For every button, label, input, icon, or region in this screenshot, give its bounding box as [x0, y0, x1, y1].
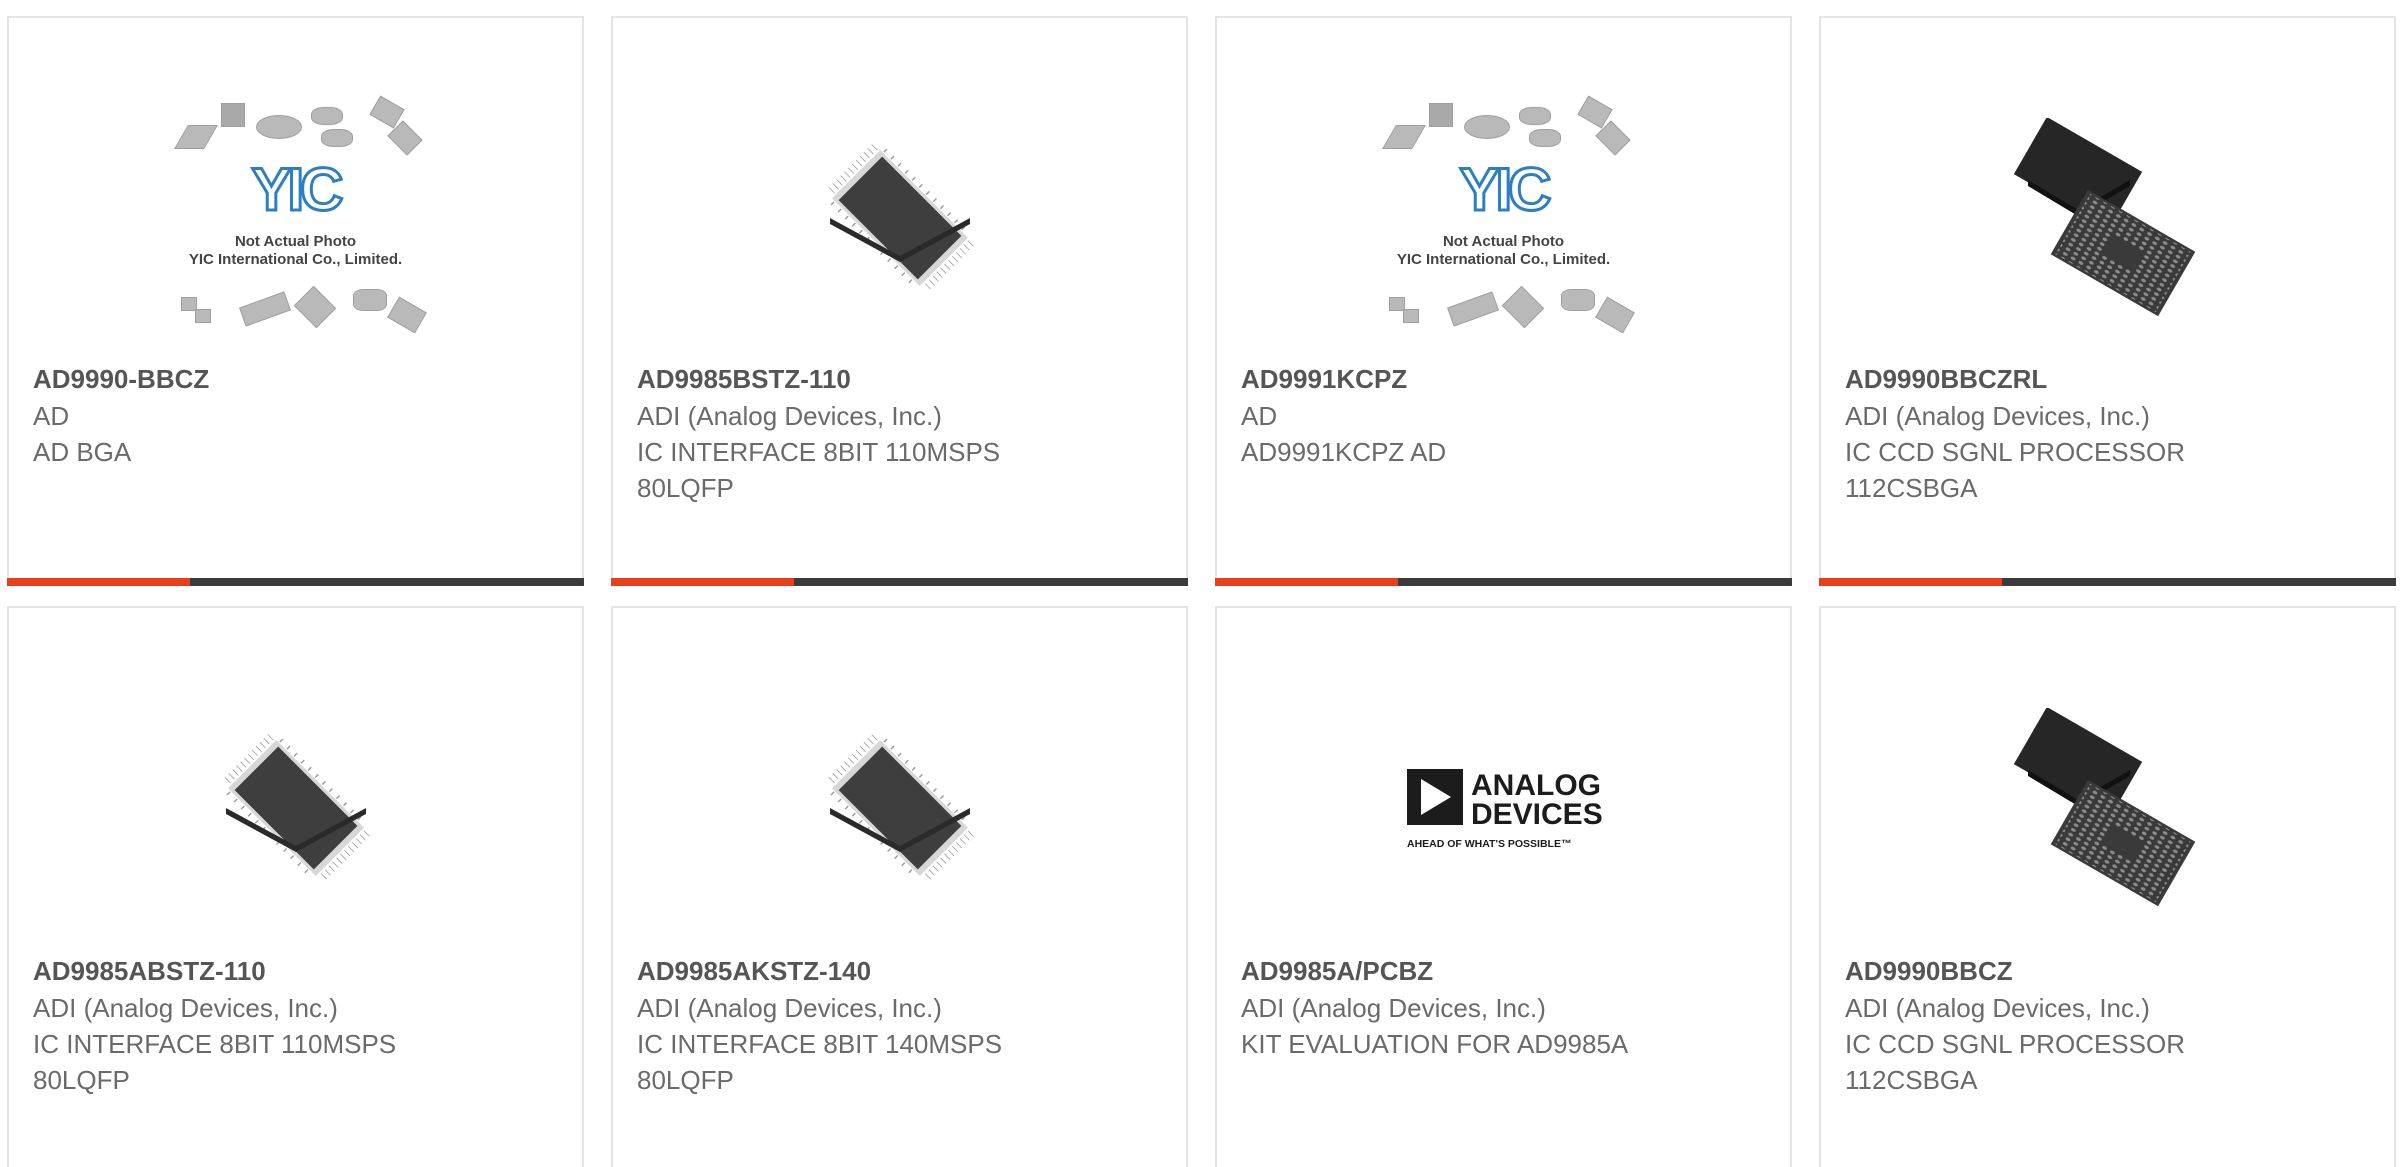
manufacturer: ADI (Analog Devices, Inc.)	[637, 401, 942, 431]
manufacturer: ADI (Analog Devices, Inc.)	[637, 993, 942, 1023]
product-image: YIC Not Actual Photo YIC International C…	[1217, 78, 1790, 358]
card-footer-accent	[611, 578, 794, 586]
card-footer-accent	[1819, 578, 2002, 586]
yic-logo: YIC	[1458, 155, 1553, 225]
analog-devices-logo: ANALOG DEVICES AHEAD OF WHAT'S POSSIBLE™	[1406, 769, 1603, 850]
part-number[interactable]: AD9985ABSTZ-110	[33, 952, 558, 990]
part-number[interactable]: AD9985BSTZ-110	[637, 360, 1162, 398]
description: IC CCD SGNL PROCESSOR 112CSBGA	[1845, 437, 2185, 503]
part-number[interactable]: AD9990-BBCZ	[33, 360, 558, 398]
lqfp-chip-icon	[800, 708, 1000, 908]
description: IC INTERFACE 8BIT 140MSPS 80LQFP	[637, 1029, 1003, 1095]
product-image: ANALOG DEVICES AHEAD OF WHAT'S POSSIBLE™	[1217, 668, 1790, 948]
manufacturer: ADI (Analog Devices, Inc.)	[1845, 401, 2150, 431]
analog-devices-logo-line2: DEVICES	[1471, 798, 1603, 831]
description: AD BGA	[33, 437, 132, 467]
card-footer-accent	[1215, 578, 1398, 586]
part-number[interactable]: AD9990BBCZRL	[1845, 360, 2370, 398]
product-card[interactable]: AD9985BSTZ-110 ADI (Analog Devices, Inc.…	[611, 16, 1188, 586]
part-number[interactable]: AD9985AKSTZ-140	[637, 952, 1162, 990]
part-number[interactable]: AD9991KCPZ	[1241, 360, 1766, 398]
product-image	[1821, 78, 2394, 358]
product-card[interactable]: AD9985ABSTZ-110 ADI (Analog Devices, Inc…	[7, 606, 584, 1167]
yic-logo: YIC	[250, 155, 345, 225]
placeholder-photo: YIC Not Actual Photo YIC International C…	[161, 93, 431, 343]
product-image	[1821, 668, 2394, 948]
description: AD9991KCPZ AD	[1241, 437, 1447, 467]
product-card[interactable]: YIC Not Actual Photo YIC International C…	[7, 16, 584, 586]
description: IC INTERFACE 8BIT 110MSPS 80LQFP	[637, 437, 1001, 503]
placeholder-photo: YIC Not Actual Photo YIC International C…	[1369, 93, 1639, 343]
placeholder-caption: Not Actual Photo YIC International Co., …	[188, 233, 403, 268]
product-card[interactable]: AD9985AKSTZ-140 ADI (Analog Devices, Inc…	[611, 606, 1188, 1167]
product-image	[9, 668, 582, 948]
product-card[interactable]: AD9990BBCZ ADI (Analog Devices, Inc.) IC…	[1819, 606, 2396, 1167]
card-footer-bar	[7, 578, 584, 586]
product-image: YIC Not Actual Photo YIC International C…	[9, 78, 582, 358]
product-card[interactable]: ANALOG DEVICES AHEAD OF WHAT'S POSSIBLE™…	[1215, 606, 1792, 1167]
product-image	[613, 668, 1186, 948]
manufacturer: ADI (Analog Devices, Inc.)	[1845, 993, 2150, 1023]
bga-chip-icon	[2008, 118, 2208, 318]
manufacturer: ADI (Analog Devices, Inc.)	[33, 993, 338, 1023]
product-grid: YIC Not Actual Photo YIC International C…	[0, 0, 2400, 1167]
lqfp-chip-icon	[196, 708, 396, 908]
product-image	[613, 78, 1186, 358]
manufacturer: AD	[1241, 401, 1278, 431]
card-footer-bar	[611, 578, 1188, 586]
card-footer-bar	[1215, 578, 1792, 586]
part-number[interactable]: AD9985A/PCBZ	[1241, 952, 1766, 990]
card-footer-accent	[7, 578, 190, 586]
description: KIT EVALUATION FOR AD9985A	[1241, 1029, 1629, 1059]
part-number[interactable]: AD9990BBCZ	[1845, 952, 2370, 990]
product-card[interactable]: YIC Not Actual Photo YIC International C…	[1215, 16, 1792, 586]
card-footer-bar	[1819, 578, 2396, 586]
description: IC INTERFACE 8BIT 110MSPS 80LQFP	[33, 1029, 397, 1095]
lqfp-chip-icon	[800, 118, 1000, 318]
product-card[interactable]: AD9990BBCZRL ADI (Analog Devices, Inc.) …	[1819, 16, 2396, 586]
description: IC CCD SGNL PROCESSOR 112CSBGA	[1845, 1029, 2185, 1095]
bga-chip-icon	[2008, 708, 2208, 908]
manufacturer: AD	[33, 401, 70, 431]
manufacturer: ADI (Analog Devices, Inc.)	[1241, 993, 1546, 1023]
analog-devices-tagline: AHEAD OF WHAT'S POSSIBLE™	[1407, 838, 1571, 850]
placeholder-caption: Not Actual Photo YIC International Co., …	[1396, 233, 1611, 268]
